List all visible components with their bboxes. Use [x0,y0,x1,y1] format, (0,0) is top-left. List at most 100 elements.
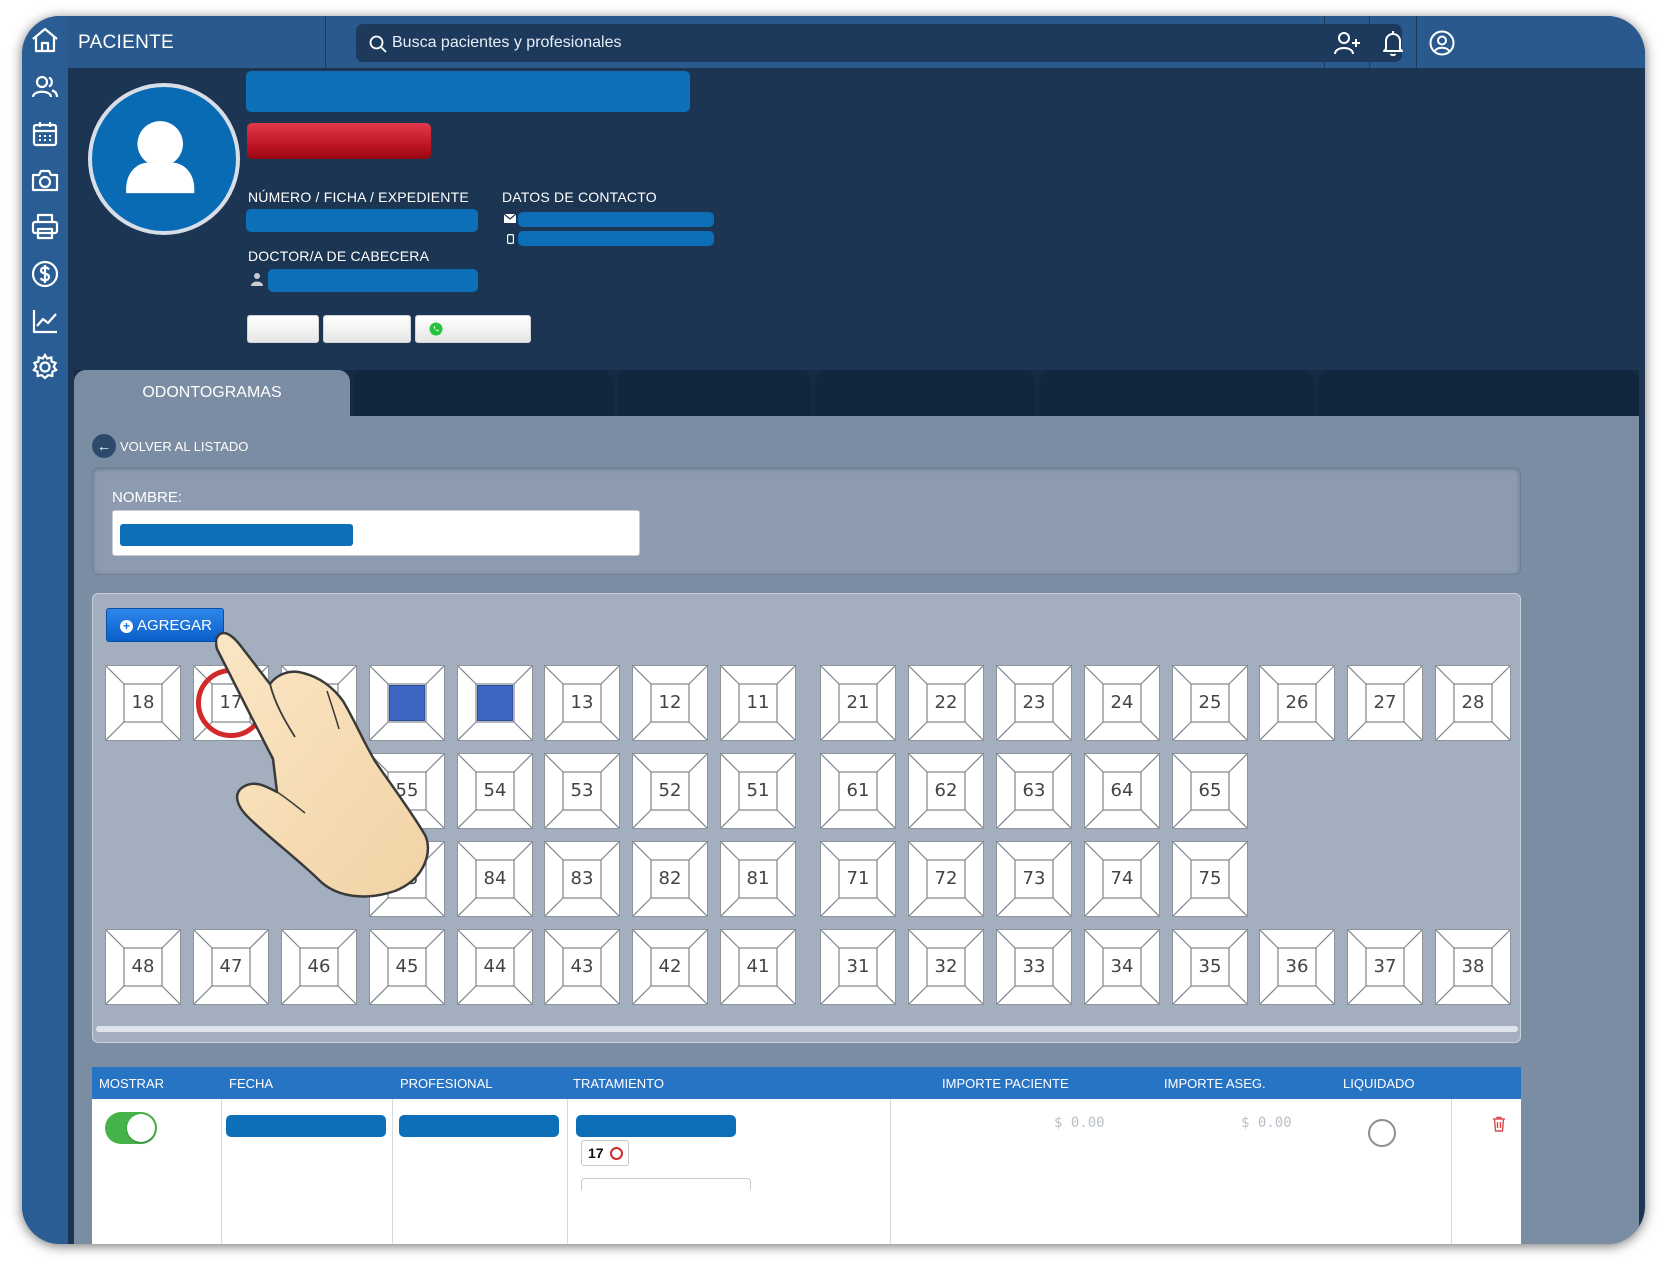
plus-circle-icon: + [120,620,133,633]
tab-5[interactable] [1039,370,1314,416]
nombre-input[interactable] [112,510,640,556]
tooth-43[interactable]: 43 [544,929,620,1005]
tooth-12[interactable]: 12 [632,665,708,741]
tooth-75[interactable]: 75 [1172,841,1248,917]
tooth-22[interactable]: 22 [908,665,984,741]
tooth-number: 84 [483,868,507,889]
tooth-28[interactable]: 28 [1435,665,1511,741]
tooth-25[interactable]: 25 [1172,665,1248,741]
tooth-45[interactable]: 45 [369,929,445,1005]
tooth-11[interactable]: 11 [720,665,796,741]
tooth-72[interactable]: 72 [908,841,984,917]
tooth-number: 75 [1198,868,1222,889]
tooth-52[interactable]: 52 [632,753,708,829]
horizontal-scrollbar[interactable] [96,1026,1518,1032]
search-box[interactable] [356,24,1402,62]
circle-marker-icon [610,1147,623,1160]
tooth-13[interactable]: 13 [544,665,620,741]
tooth-63[interactable]: 63 [996,753,1072,829]
tooth-51[interactable]: 51 [720,753,796,829]
bell-icon[interactable] [1378,28,1408,58]
tooth-71[interactable]: 71 [820,841,896,917]
tab-4[interactable] [815,370,1035,416]
action-button-2[interactable] [323,315,411,343]
tab-6[interactable] [1318,370,1639,416]
tooth-33[interactable]: 33 [996,929,1072,1005]
tooth-64[interactable]: 64 [1084,753,1160,829]
whatsapp-button[interactable] [415,315,531,343]
camera-icon[interactable] [29,164,61,196]
action-button-1[interactable] [247,315,319,343]
tooth-number: 45 [395,956,419,977]
tooth-21[interactable]: 21 [820,665,896,741]
tooth-82[interactable]: 82 [632,841,708,917]
tooth-number: 24 [1110,692,1134,713]
tooth-number: 53 [570,780,594,801]
tooth-14[interactable] [457,665,533,741]
tooth-34[interactable]: 34 [1084,929,1160,1005]
tooth-47[interactable]: 47 [193,929,269,1005]
tooth-number: 48 [131,956,155,977]
tooth-number: 26 [1285,692,1309,713]
tooth-24[interactable]: 24 [1084,665,1160,741]
search-input[interactable] [392,30,1382,56]
tratamiento-value [576,1115,736,1137]
tooth-number: 32 [934,956,958,977]
tooth-84[interactable]: 84 [457,841,533,917]
tooth-32[interactable]: 32 [908,929,984,1005]
add-button-label: AGREGAR [137,617,213,634]
numero-value [246,209,478,232]
tooth-62[interactable]: 62 [908,753,984,829]
tooth-53[interactable]: 53 [544,753,620,829]
printer-icon[interactable] [29,211,61,243]
tooth-54[interactable]: 54 [457,753,533,829]
tooth-44[interactable]: 44 [457,929,533,1005]
tooth-65[interactable]: 65 [1172,753,1248,829]
user-silhouette-icon [126,121,195,194]
dollar-icon[interactable] [29,258,61,290]
divider [392,1099,393,1244]
tooth-37[interactable]: 37 [1347,929,1423,1005]
tooth-38[interactable]: 38 [1435,929,1511,1005]
tooth-26[interactable]: 26 [1259,665,1335,741]
tooth-31[interactable]: 31 [820,929,896,1005]
tooth-chip[interactable]: 17 [581,1140,629,1166]
pointer-hand-icon [215,631,430,898]
liquidado-radio[interactable] [1368,1119,1396,1147]
tooth-83[interactable]: 83 [544,841,620,917]
tooth-73[interactable]: 73 [996,841,1072,917]
account-icon[interactable] [1427,28,1457,58]
tooth-number: 11 [746,692,770,713]
tooth-23[interactable]: 23 [996,665,1072,741]
tab-2[interactable] [354,370,613,416]
add-button[interactable]: + AGREGAR [106,608,224,642]
home-icon[interactable] [29,24,61,56]
tooth-number: 54 [483,780,507,801]
whatsapp-icon [429,322,443,336]
tab-3[interactable] [617,370,811,416]
tooth-81[interactable]: 81 [720,841,796,917]
divider [1451,1099,1452,1244]
tooth-46[interactable]: 46 [281,929,357,1005]
tooth-42[interactable]: 42 [632,929,708,1005]
tooth-41[interactable]: 41 [720,929,796,1005]
tooth-18[interactable]: 18 [105,665,181,741]
tooth-36[interactable]: 36 [1259,929,1335,1005]
gear-icon[interactable] [29,351,61,383]
chart-icon[interactable] [29,305,61,337]
trash-icon[interactable] [1490,1115,1508,1133]
tooth-number: 23 [1022,692,1046,713]
column-header: TRATAMIENTO [573,1076,664,1091]
tooth-35[interactable]: 35 [1172,929,1248,1005]
tab-odontogramas[interactable]: ODONTOGRAMAS [74,370,350,416]
tooth-48[interactable]: 48 [105,929,181,1005]
users-icon[interactable] [29,71,61,103]
tooth-61[interactable]: 61 [820,753,896,829]
calendar-icon[interactable] [29,118,61,150]
page-title: PACIENTE [78,32,175,53]
tooth-chip-2[interactable] [581,1178,751,1190]
add-user-icon[interactable] [1332,28,1362,58]
mostrar-toggle[interactable] [105,1112,157,1144]
tooth-74[interactable]: 74 [1084,841,1160,917]
tooth-27[interactable]: 27 [1347,665,1423,741]
